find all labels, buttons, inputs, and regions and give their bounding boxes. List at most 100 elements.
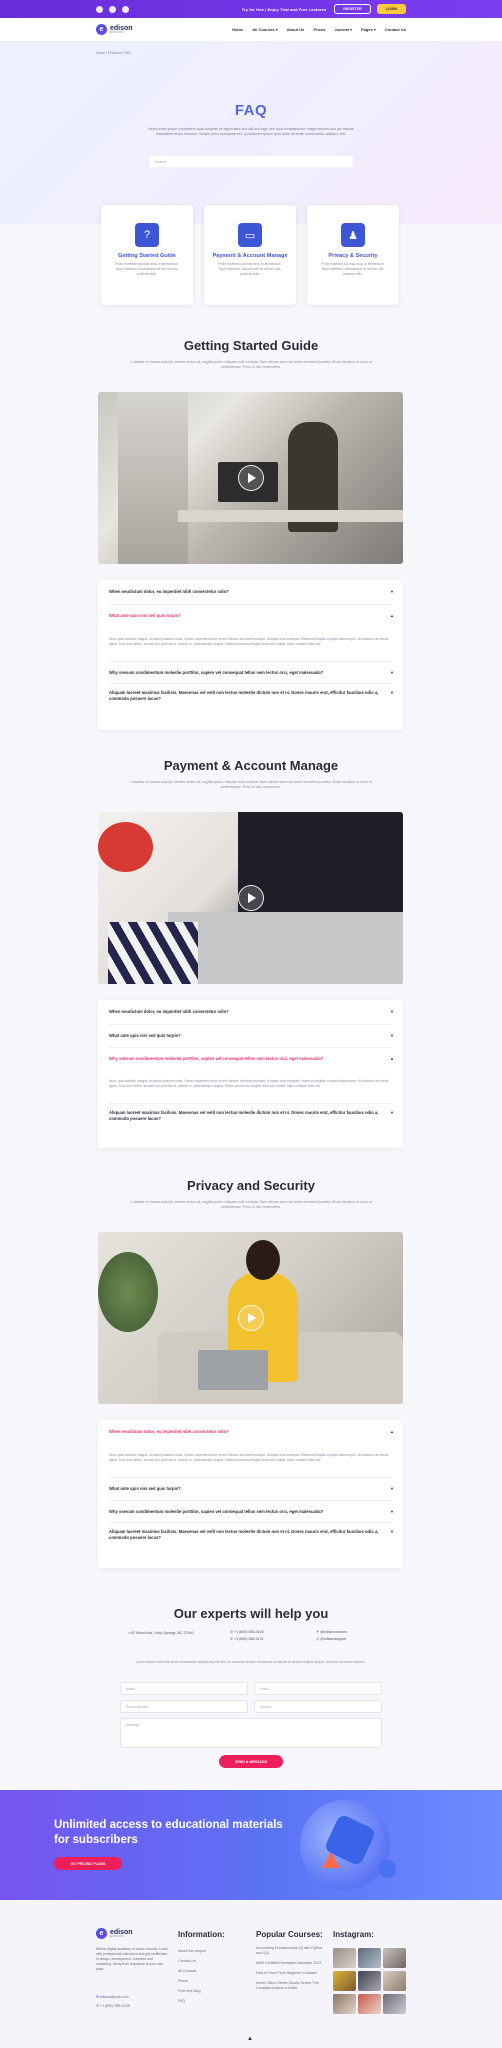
nav-item-label: Journal bbox=[334, 27, 349, 32]
hero-text: Nemo enim ipsam voluptatem quia voluptas… bbox=[148, 127, 354, 136]
chevron-down-icon: ▼ bbox=[390, 1009, 394, 1014]
footer-phone[interactable]: ✆ +1 (800) 555-0199 bbox=[96, 2004, 130, 2008]
faq-question[interactable]: Aliquam laoreet maximus facilisis. Maece… bbox=[98, 690, 403, 702]
faq-question[interactable]: When neudictum dolor, eu imperdiet nibh … bbox=[98, 589, 403, 595]
video-privacy[interactable] bbox=[98, 1232, 403, 1404]
instagram-icon[interactable] bbox=[122, 5, 129, 13]
facebook-icon[interactable] bbox=[96, 5, 103, 13]
card-payment[interactable]: ▭ Payment & Account Manage Proin molesti… bbox=[204, 205, 296, 305]
nav-item-journal[interactable]: Journal ▾ bbox=[334, 27, 352, 32]
footer-link[interactable]: From the Blog bbox=[178, 1986, 206, 1996]
instagram-photo[interactable] bbox=[383, 1948, 406, 1968]
nav-item-prices[interactable]: Prices bbox=[313, 27, 325, 32]
footer-email-text: edison@mail.com bbox=[100, 1995, 129, 1999]
instagram-photo[interactable] bbox=[333, 1994, 356, 2014]
question-icon: ? bbox=[135, 223, 159, 247]
section-subtitle: Curabitur et massa suscipit, facilisis l… bbox=[130, 360, 372, 369]
breadcrumb[interactable]: Home / Features / FAQ bbox=[96, 51, 131, 55]
divider bbox=[109, 1046, 392, 1048]
faq-question-text: When neudictum dolor, eu imperdiet nibh … bbox=[109, 589, 229, 594]
instagram-photo[interactable] bbox=[333, 1971, 356, 1991]
faq-accordion-2: When neudictum dolor, eu imperdiet nibh … bbox=[98, 1000, 403, 1148]
faq-accordion-3: When neudictum dolor, eu imperdiet nibh … bbox=[98, 1420, 403, 1568]
subject-input[interactable]: Subject bbox=[254, 1700, 382, 1713]
logo[interactable]: e edison EDUCATION bbox=[96, 24, 133, 35]
youtube-icon[interactable] bbox=[109, 5, 116, 13]
footer-link[interactable]: All Courses bbox=[178, 1966, 206, 1976]
footer-logo[interactable]: e edison EDUCATION bbox=[96, 1928, 133, 1939]
faq-question[interactable]: Why ssesum condimentum molestie porttito… bbox=[98, 670, 403, 676]
instagram-photo[interactable] bbox=[358, 1971, 381, 1991]
footer-info-title: Information: bbox=[178, 1930, 225, 1939]
footer-link[interactable]: FAQ bbox=[178, 1996, 206, 2006]
divider bbox=[109, 1476, 392, 1478]
subscribe-banner: Unlimited access to educational material… bbox=[0, 1790, 502, 1900]
card-text: Proin molestie pulvinar arcu in fermentu… bbox=[321, 262, 385, 276]
footer-link[interactable]: Prices bbox=[178, 1976, 206, 1986]
faq-question[interactable]: Aliquam laoreet maximus facilisis. Maece… bbox=[98, 1110, 403, 1122]
video-plant bbox=[98, 1252, 158, 1332]
phone-text[interactable]: +1 (800) 555-0100 bbox=[234, 1630, 264, 1634]
instagram-photo[interactable] bbox=[383, 1994, 406, 2014]
chevron-down-icon: ▼ bbox=[390, 690, 394, 696]
footer-course-link[interactable]: Invest: Micro Series Shows Series: The C… bbox=[256, 1981, 324, 1991]
nav-item-pages[interactable]: Pages ▾ bbox=[361, 27, 376, 32]
nav-item-home[interactable]: Home bbox=[232, 27, 243, 32]
phone-text[interactable]: +1 (800) 555-0101 bbox=[234, 1637, 264, 1641]
section-title-payment: Payment & Account Manage bbox=[163, 758, 339, 773]
faq-question-text: What ante quis nisi sed quis turpis? bbox=[109, 612, 181, 618]
play-icon[interactable] bbox=[237, 1305, 264, 1331]
faq-question[interactable]: When neudictum dolor, eu imperdiet nibh … bbox=[98, 1009, 403, 1015]
footer-course-link[interactable]: Accounting Fundamentals (2) with Python … bbox=[256, 1946, 324, 1956]
email-input[interactable]: Email bbox=[254, 1682, 382, 1695]
message-textarea[interactable]: Message bbox=[120, 1718, 382, 1748]
chevron-down-icon: ▼ bbox=[390, 589, 394, 594]
send-message-button[interactable]: SEND A MESSAGE bbox=[219, 1755, 283, 1768]
phone-input[interactable]: Phone Number bbox=[120, 1700, 248, 1713]
faq-question[interactable]: What ante quis nisi sed quis turpis? ▼ bbox=[98, 1033, 403, 1039]
divider bbox=[109, 1499, 392, 1501]
faq-question[interactable]: When neudictum dolor, eu imperdiet nibh … bbox=[98, 1429, 403, 1435]
footer-course-link[interactable]: AWS Certified Developer Associate 2023 bbox=[256, 1961, 324, 1966]
faq-question[interactable]: What ante quis nisi sed quis turpis? ▲ bbox=[98, 613, 403, 619]
footer-email[interactable]: ✉ edison@mail.com bbox=[96, 1995, 129, 1999]
pricing-plans-button[interactable]: GO PRICING PLANS bbox=[54, 1857, 122, 1870]
chevron-down-icon: ▼ bbox=[390, 1529, 394, 1535]
search-input[interactable]: Search bbox=[148, 155, 354, 168]
social-text[interactable]: @edisonsupport bbox=[320, 1637, 346, 1641]
footer-course-link[interactable]: How to Draw From Beginner to Master bbox=[256, 1971, 324, 1976]
chevron-up-icon: ▲ bbox=[390, 1429, 394, 1434]
video-striped-shirt bbox=[108, 922, 198, 984]
divider bbox=[109, 1023, 392, 1025]
back-to-top-icon[interactable]: ▲ bbox=[247, 2036, 253, 2042]
instagram-photo[interactable] bbox=[383, 1971, 406, 1991]
nav-menu: Home All Courses ▾ About Us Prices Journ… bbox=[232, 27, 406, 32]
play-icon[interactable] bbox=[237, 885, 264, 911]
faq-question-text: Aliquam laoreet maximus facilisis. Maece… bbox=[109, 1110, 379, 1122]
login-button[interactable]: LOGIN bbox=[376, 4, 406, 14]
faq-question[interactable]: What ante quis nisi sed quis turpis? ▼ bbox=[98, 1486, 403, 1492]
hero: Home / Features / FAQ FAQ Nemo enim ipsa… bbox=[0, 42, 502, 224]
play-icon[interactable] bbox=[237, 465, 264, 491]
card-privacy[interactable]: ♟ Privacy & Security Proin molestie pulv… bbox=[307, 205, 399, 305]
faq-question[interactable]: Why ssesum condimentum molestie porttito… bbox=[98, 1509, 403, 1515]
footer-link[interactable]: About this project bbox=[178, 1946, 206, 1956]
faq-question[interactable]: Why ssesum condimentum molestie porttito… bbox=[98, 1056, 403, 1062]
faq-question[interactable]: Aliquam laoreet maximus facilisis. Maece… bbox=[98, 1529, 403, 1541]
video-person-head bbox=[246, 1240, 280, 1280]
nav-item-all-courses[interactable]: All Courses ▾ bbox=[252, 27, 277, 32]
name-input[interactable]: Name bbox=[120, 1682, 248, 1695]
card-getting-started[interactable]: ? Getting Started Guide Proin molestie p… bbox=[101, 205, 193, 305]
social-text[interactable]: @edisoncourses bbox=[320, 1630, 347, 1634]
nav-item-contact[interactable]: Contact Us bbox=[385, 27, 406, 32]
video-payment[interactable] bbox=[98, 812, 403, 984]
instagram-photo[interactable] bbox=[333, 1948, 356, 1968]
instagram-photo[interactable] bbox=[358, 1948, 381, 1968]
instagram-photo[interactable] bbox=[358, 1994, 381, 2014]
video-getting-started[interactable] bbox=[98, 392, 403, 564]
register-button[interactable]: REGISTER bbox=[334, 4, 371, 14]
nav-item-about[interactable]: About Us bbox=[287, 27, 305, 32]
promo-text[interactable]: Try for free | Enjoy Trial and Free Lect… bbox=[242, 7, 326, 12]
video-bg-window bbox=[118, 392, 188, 564]
footer-link[interactable]: Contact Us bbox=[178, 1956, 206, 1966]
